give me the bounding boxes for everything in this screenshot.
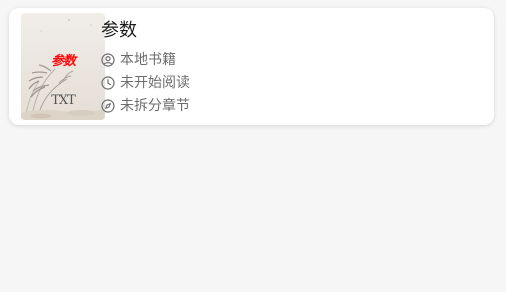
meta-chapters-text: 未拆分章节 <box>120 98 190 114</box>
person-icon <box>101 53 115 67</box>
meta-source-text: 本地书籍 <box>120 52 176 68</box>
meta-progress-text: 未开始阅读 <box>120 75 190 91</box>
clock-icon <box>101 76 115 90</box>
book-card[interactable]: 参数 TXT 参数 本地书籍 未开始阅读 未拆分章节 <box>9 8 494 125</box>
book-info: 参数 本地书籍 未开始阅读 未拆分章节 <box>101 8 484 125</box>
meta-row-progress: 未开始阅读 <box>101 74 190 92</box>
book-title: 参数 <box>101 20 137 41</box>
book-cover[interactable]: 参数 TXT <box>21 13 105 120</box>
meta-row-chapters: 未拆分章节 <box>101 97 190 115</box>
cover-title: 参数 <box>50 54 76 69</box>
meta-row-source: 本地书籍 <box>101 51 176 69</box>
bookshelf-list: 参数 TXT 参数 本地书籍 未开始阅读 未拆分章节 <box>0 0 506 292</box>
cover-format-tag: TXT <box>51 93 76 108</box>
compass-icon <box>101 99 115 113</box>
